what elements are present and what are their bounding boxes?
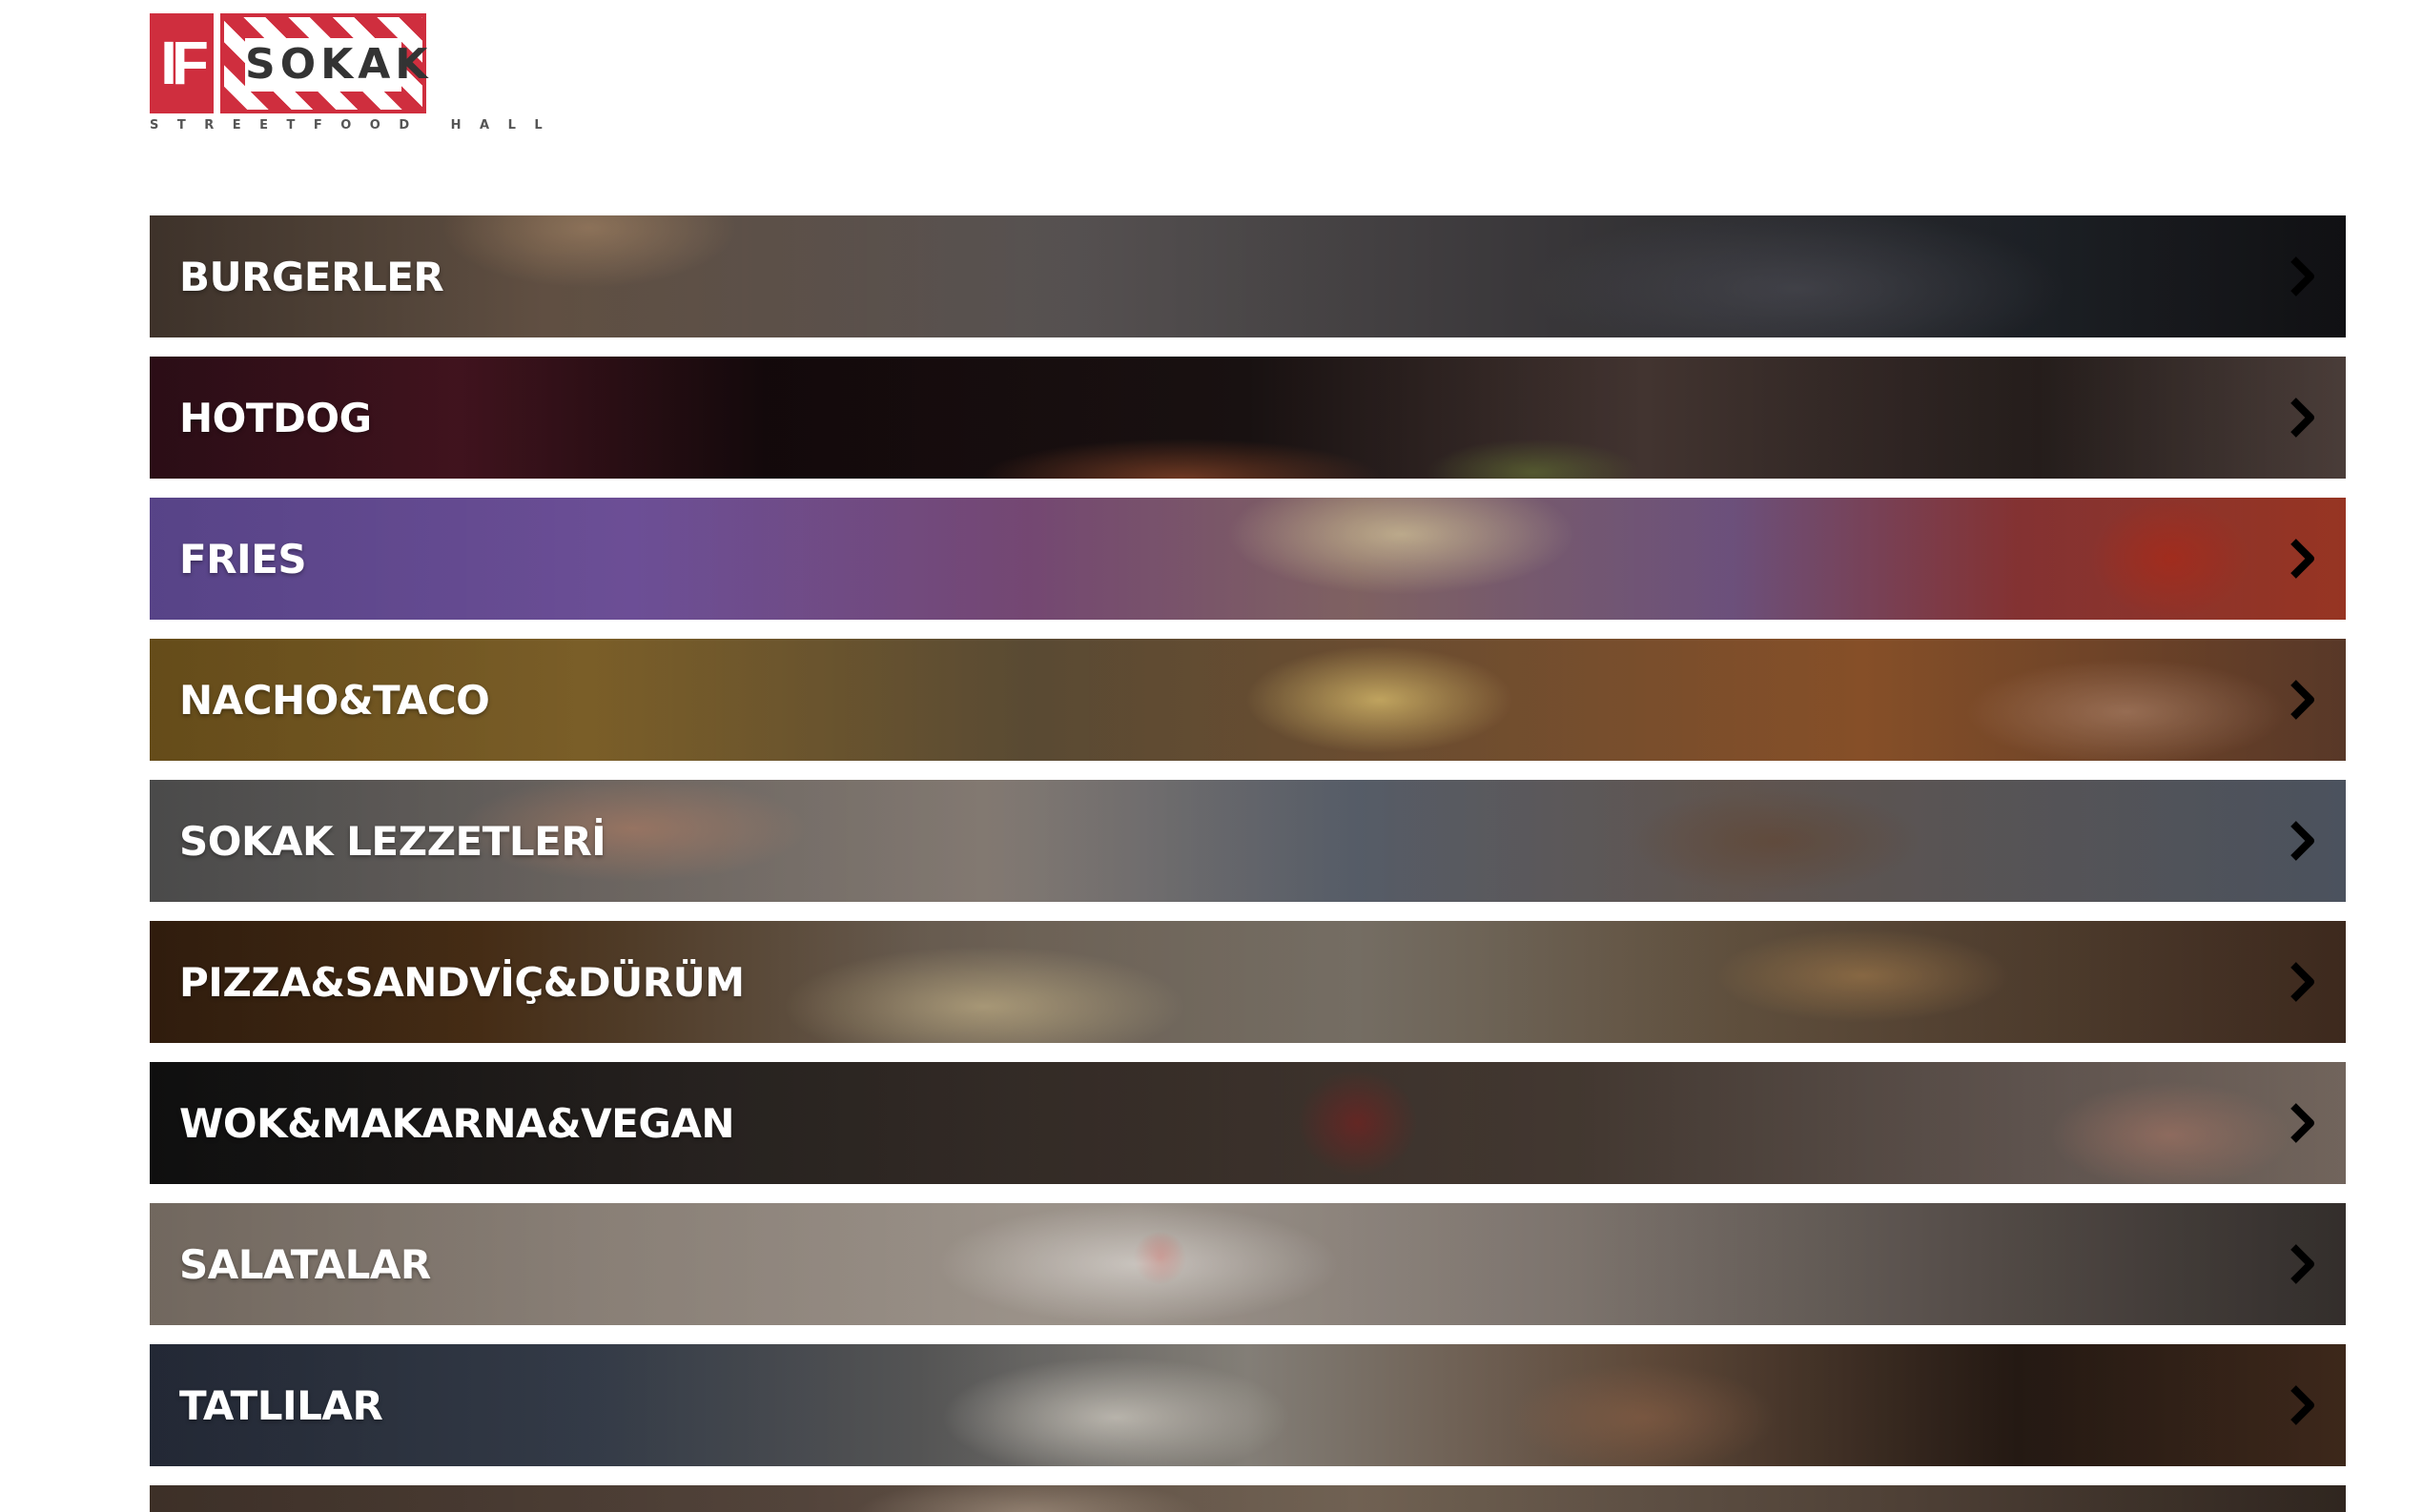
chevron-right-icon [2289,255,2315,297]
category-label: SALATALAR [179,1240,431,1288]
category-label: SOKAK LEZZETLERİ [179,817,606,865]
category-fries[interactable]: FRIES [150,498,2346,620]
category-label: PIZZA&SANDVİÇ&DÜRÜM [179,958,745,1006]
category-menu: BURGERLER HOTDOG FRIES NACHO&TACO SOKAK … [150,215,2346,1512]
category-salatalar[interactable]: SALATALAR [150,1203,2346,1325]
category-tatlilar[interactable]: TATLILAR [150,1344,2346,1466]
category-label: NACHO&TACO [179,676,490,724]
category-image [150,215,2346,337]
logo-sokak: SOKAK [245,38,427,92]
page: IF SOKAK STREETFOOD HALL BURGERLER HOTDO… [0,0,2423,1512]
category-label: TATLILAR [179,1381,383,1429]
category-image [150,357,2346,479]
chevron-right-icon [2289,397,2315,439]
category-label: FRIES [179,535,307,582]
category-next-partial[interactable] [150,1485,2346,1512]
category-label: HOTDOG [179,394,372,441]
category-image [150,498,2346,620]
logo-mark: IF SOKAK [150,13,427,113]
chevron-right-icon [2289,1384,2315,1426]
logo-if: IF [150,13,214,113]
category-label: WOK&MAKARNA&VEGAN [179,1099,735,1147]
category-hotdog[interactable]: HOTDOG [150,357,2346,479]
logo[interactable]: IF SOKAK STREETFOOD HALL [150,13,562,133]
chevron-right-icon [2289,538,2315,580]
category-pizza-sandvic-durum[interactable]: PIZZA&SANDVİÇ&DÜRÜM [150,921,2346,1043]
chevron-right-icon [2289,961,2315,1003]
category-sokak-lezzetleri[interactable]: SOKAK LEZZETLERİ [150,780,2346,902]
chevron-right-icon [2289,820,2315,862]
category-label: BURGERLER [179,253,444,300]
category-image [150,1485,2346,1512]
chevron-right-icon [2289,1243,2315,1285]
category-wok-makarna-vegan[interactable]: WOK&MAKARNA&VEGAN [150,1062,2346,1184]
chevron-right-icon [2289,679,2315,721]
chevron-right-icon [2289,1102,2315,1144]
category-image [150,1344,2346,1466]
category-image [150,1203,2346,1325]
logo-subtitle: STREETFOOD HALL [150,118,562,133]
category-nacho-taco[interactable]: NACHO&TACO [150,639,2346,761]
category-burgerler[interactable]: BURGERLER [150,215,2346,337]
